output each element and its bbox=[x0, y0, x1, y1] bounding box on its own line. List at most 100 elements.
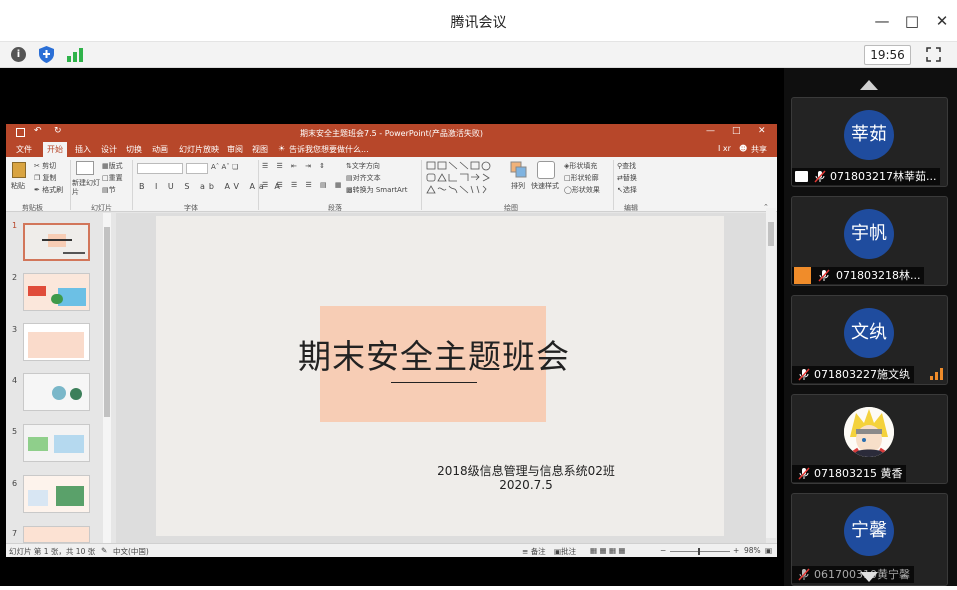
new-slide-button[interactable]: 新建幻灯片 bbox=[72, 179, 100, 197]
group-slides: 幻灯片 bbox=[91, 204, 112, 212]
shape-outline-label: 形状轮廓 bbox=[570, 174, 599, 182]
signal-icon[interactable] bbox=[67, 47, 83, 62]
paste-button[interactable]: 粘贴 bbox=[11, 181, 25, 191]
tab-animations[interactable]: 动画 bbox=[152, 144, 168, 155]
thumbnail-4[interactable] bbox=[23, 373, 90, 411]
participant-name: 071803227施文纨 bbox=[814, 368, 910, 381]
arrange-icon[interactable] bbox=[510, 161, 528, 179]
format-painter-button[interactable]: ✒ 格式刷 bbox=[34, 185, 63, 195]
align-text-button[interactable]: ▤对齐文本 bbox=[346, 173, 381, 183]
tab-slideshow[interactable]: 幻灯片放映 bbox=[179, 144, 219, 155]
tab-home[interactable]: 开始 bbox=[43, 142, 67, 157]
thumb-shape bbox=[28, 286, 46, 296]
ppt-minimize-icon[interactable]: — bbox=[706, 126, 715, 136]
zoom-out-icon[interactable]: − bbox=[660, 546, 666, 555]
notes-icon: ≡ bbox=[522, 547, 529, 556]
fullscreen-icon[interactable] bbox=[926, 47, 941, 62]
group-editing: 编辑 bbox=[624, 204, 638, 212]
tab-transitions[interactable]: 切换 bbox=[126, 144, 142, 155]
participant-tile[interactable]: 莘茹 071803217林莘茹... bbox=[791, 97, 948, 187]
status-bar: 幻灯片 第 1 张，共 10 张 ✎ 中文(中国) ≡ 备注 ▣批注 ▦ ▦ ▦… bbox=[6, 543, 777, 557]
language-status[interactable]: 中文(中国) bbox=[113, 546, 149, 557]
zoom-slider-handle[interactable] bbox=[698, 548, 700, 555]
tab-review[interactable]: 审阅 bbox=[227, 144, 243, 155]
shape-effects-button[interactable]: ◯形状效果 bbox=[564, 185, 600, 195]
text-direction-label: 文字方向 bbox=[351, 162, 380, 170]
paste-icon[interactable] bbox=[12, 162, 26, 178]
scrollbar-thumb[interactable] bbox=[768, 222, 774, 246]
participant-tile[interactable]: 文纨 071803227施文纨 bbox=[791, 295, 948, 385]
thumbnail-6[interactable] bbox=[23, 475, 90, 513]
thumbnail-7[interactable] bbox=[23, 526, 90, 543]
participant-tile[interactable]: 宇帆 071803218林... bbox=[791, 196, 948, 286]
tab-design[interactable]: 设计 bbox=[101, 144, 117, 155]
ppt-close-icon[interactable]: ✕ bbox=[758, 126, 766, 136]
tab-insert[interactable]: 插入 bbox=[75, 144, 91, 155]
maximize-icon[interactable]: □ bbox=[903, 12, 921, 30]
zoom-in-icon[interactable]: + bbox=[733, 546, 739, 555]
scrollbar-thumb[interactable] bbox=[104, 227, 110, 417]
shapes-gallery[interactable] bbox=[426, 161, 504, 197]
shape-fill-button[interactable]: ◈形状填充 bbox=[564, 161, 597, 171]
tell-me-box[interactable]: 告诉我您想要做什么... bbox=[289, 144, 369, 155]
thumbnail-scrollbar[interactable] bbox=[103, 213, 111, 543]
mic-muted-icon bbox=[798, 467, 810, 480]
list-icons[interactable]: ☰ ☰ ⇤ ⇥ ⇕ bbox=[262, 162, 328, 170]
thumb-shape bbox=[52, 386, 66, 400]
fit-slide-icon[interactable]: ▣ bbox=[765, 546, 772, 555]
slide-class: 2018级信息管理与信息系统02班 bbox=[437, 464, 615, 478]
layout-button[interactable]: ▦版式 bbox=[102, 161, 123, 171]
quick-styles-button[interactable]: 快速样式 bbox=[531, 181, 559, 191]
minimize-icon[interactable]: — bbox=[873, 12, 891, 30]
thumbnail-3[interactable] bbox=[23, 323, 90, 361]
scroll-up-icon[interactable] bbox=[860, 80, 878, 90]
cut-button[interactable]: ✂ 剪切 bbox=[34, 161, 56, 171]
shield-icon[interactable] bbox=[39, 46, 54, 63]
new-slide-icon[interactable] bbox=[76, 161, 94, 175]
thumbnail-5[interactable] bbox=[23, 424, 90, 462]
font-name-input[interactable] bbox=[137, 163, 183, 174]
share-button[interactable]: 共享 bbox=[751, 144, 767, 155]
participant-name: 071803215 黄香 bbox=[814, 467, 903, 480]
comments-button[interactable]: ▣批注 bbox=[554, 546, 576, 557]
notes-button[interactable]: ≡ 备注 bbox=[522, 546, 546, 557]
font-size-input[interactable] bbox=[186, 163, 208, 174]
copy-button[interactable]: ❐ 复制 bbox=[34, 173, 57, 183]
network-signal-icon bbox=[930, 368, 943, 380]
section-button[interactable]: ▤节 bbox=[102, 185, 116, 195]
align-icons[interactable]: ☰ ☰ ☰ ☰ ▤ ▦ bbox=[262, 181, 344, 189]
info-icon[interactable]: i bbox=[11, 47, 26, 62]
zoom-slider[interactable] bbox=[670, 548, 730, 555]
shape-outline-button[interactable]: □形状轮廓 bbox=[564, 173, 599, 183]
editor-scrollbar[interactable] bbox=[766, 208, 776, 538]
participant-tile[interactable]: 071803215 黄香 bbox=[791, 394, 948, 484]
smartart-button[interactable]: ▩转换为 SmartArt bbox=[346, 185, 407, 195]
thumbnail-2[interactable] bbox=[23, 273, 90, 311]
close-icon[interactable]: ✕ bbox=[933, 12, 951, 30]
thumb-shape bbox=[51, 294, 63, 304]
participant-namebar: 071803215 黄香 bbox=[792, 465, 907, 482]
ppt-maximize-icon[interactable]: □ bbox=[732, 126, 741, 136]
thumb-number: 3 bbox=[12, 325, 18, 334]
reset-button[interactable]: □重置 bbox=[102, 173, 123, 183]
arrange-button[interactable]: 排列 bbox=[511, 181, 525, 191]
current-slide[interactable]: 期末安全主题班会 2018级信息管理与信息系统02班 2020.7.5 bbox=[156, 216, 724, 536]
ribbon: 粘贴 ✂ 剪切 ❐ 复制 ✒ 格式刷 剪贴板 新建幻灯片 ▦版式 □重置 ▤节 … bbox=[6, 157, 777, 212]
quick-styles-icon[interactable] bbox=[537, 161, 555, 179]
slide-counter: 幻灯片 第 1 张，共 10 张 bbox=[9, 547, 96, 556]
zoom-level[interactable]: 98% bbox=[744, 546, 761, 555]
text-direction-button[interactable]: ⇅文字方向 bbox=[346, 161, 380, 171]
grow-font-icon[interactable]: Aˆ Aˇ ❏ bbox=[211, 163, 238, 171]
thumbnail-1[interactable] bbox=[23, 223, 90, 261]
view-buttons[interactable]: ▦ ▦ ▦ ▦ bbox=[590, 546, 626, 555]
tab-view[interactable]: 视图 bbox=[252, 144, 268, 155]
tab-file[interactable]: 文件 bbox=[16, 144, 32, 155]
ppt-document-title: 期末安全主题班会7.5 - PowerPoint(产品激活失败) bbox=[300, 129, 483, 138]
scroll-down-icon[interactable] bbox=[860, 572, 878, 582]
align-text-icon: ▤ bbox=[346, 174, 353, 182]
thumb-shape bbox=[54, 435, 84, 453]
select-button[interactable]: ↖选择 bbox=[617, 185, 637, 195]
replace-button[interactable]: ⇄替换 bbox=[617, 173, 637, 183]
find-button[interactable]: ⚲查找 bbox=[617, 161, 636, 171]
spellcheck-icon[interactable]: ✎ bbox=[101, 546, 107, 555]
